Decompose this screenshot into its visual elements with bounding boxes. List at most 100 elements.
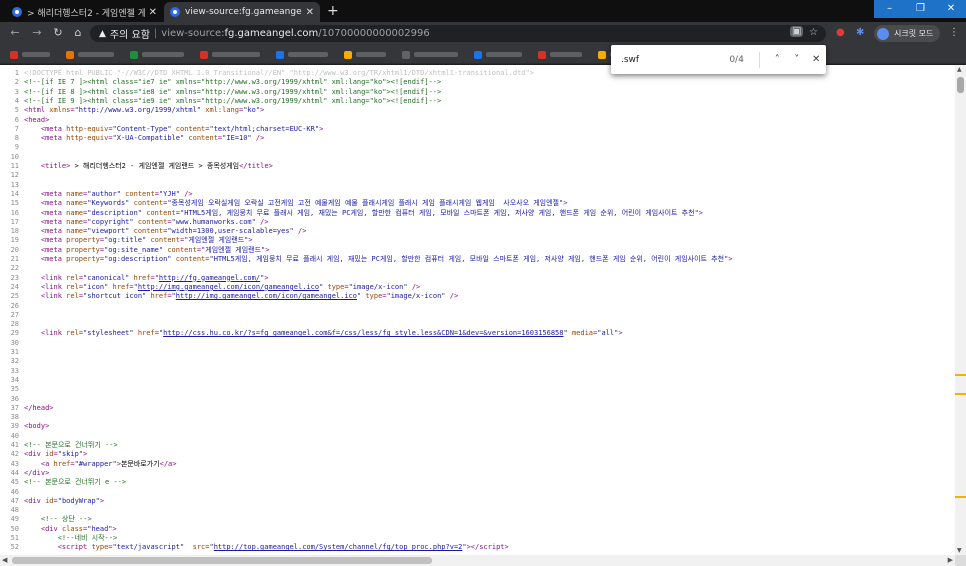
- bookmark-label-redacted: [550, 52, 582, 57]
- bookmark-favicon-icon: [538, 50, 546, 59]
- horizontal-scrollbar[interactable]: ◀ ▶: [0, 555, 955, 566]
- bookmark-star-icon[interactable]: ☆: [809, 27, 818, 38]
- line-number: 38: [10, 413, 19, 422]
- line-number: 5: [14, 106, 19, 115]
- source-line: 38: [0, 413, 955, 421]
- security-label[interactable]: 주의 요함: [110, 26, 150, 41]
- line-code: <!-- 본문으로 건너뛰기 -->: [24, 441, 118, 449]
- chrome-favicon-icon: [170, 7, 180, 17]
- scrollbar-thumb[interactable]: [957, 77, 964, 93]
- line-number: 51: [10, 534, 19, 542]
- new-tab-button[interactable]: +: [327, 3, 339, 19]
- line-code: <head>: [24, 115, 50, 124]
- bookmark-item[interactable]: [66, 50, 114, 59]
- address-bar[interactable]: ▲ 주의 요함 | view-source: fg.gameangel.com/1…: [90, 25, 826, 42]
- line-number: 34: [10, 375, 19, 384]
- line-code: <div class="head">: [40, 524, 117, 533]
- source-line: 20 <meta property="og:site_name" content…: [0, 246, 955, 254]
- line-number: 40: [10, 431, 19, 440]
- tab-view-source[interactable]: view-source:fg.gameangel.com/ ✕: [164, 2, 320, 22]
- tab-close-icon[interactable]: ✕: [149, 7, 157, 18]
- source-line: 41 <!-- 본문으로 건너뛰기 -->: [0, 441, 955, 449]
- line-number: 41: [10, 441, 19, 449]
- source-line: 11 <title> > 해리더헹스터2 - 게임엔젤 게임랜드 > 종목성게임…: [0, 162, 955, 170]
- back-icon[interactable]: ←: [8, 26, 22, 39]
- bookmark-item[interactable]: [276, 50, 328, 59]
- warning-icon[interactable]: ▲: [99, 29, 106, 39]
- line-code: <script type="text/javascript" src="http…: [57, 543, 509, 552]
- scroll-up-arrow-icon[interactable]: ▲: [957, 66, 962, 73]
- line-code: <meta name="Keywords" content="종목성게임 오락실…: [40, 199, 568, 208]
- scroll-right-arrow-icon[interactable]: ▶: [948, 556, 953, 564]
- line-number: 42: [10, 450, 19, 459]
- source-line: 29 <link rel="stylesheet" href="http://c…: [0, 329, 955, 337]
- source-line: 25 <link rel="shortcut icon" href="http:…: [0, 292, 955, 300]
- source-line: 42 <div id="skip">: [0, 450, 955, 458]
- url-prefix: view-source:: [161, 28, 225, 39]
- bookmark-item[interactable]: [538, 50, 582, 59]
- source-line: 15 <meta name="Keywords" content="종목성게임 …: [0, 199, 955, 207]
- bookmark-item[interactable]: [474, 50, 522, 59]
- scroll-down-arrow-icon[interactable]: ▼: [957, 547, 962, 554]
- bookmark-label-redacted: [78, 52, 114, 57]
- maximize-button[interactable]: ❐: [905, 0, 936, 18]
- forward-icon[interactable]: →: [30, 26, 44, 39]
- url-host: fg.gameangel.com: [224, 28, 319, 39]
- source-line: 47 <div id="bodyWrap">: [0, 497, 955, 505]
- source-line: 26: [0, 302, 955, 310]
- find-next-icon[interactable]: ˅: [787, 54, 806, 65]
- bookmark-item[interactable]: [130, 50, 184, 59]
- url-path: /10700000000002996: [318, 28, 430, 39]
- line-number: 33: [10, 366, 19, 375]
- bookmark-label-redacted: [414, 52, 458, 57]
- extensions-puzzle-icon[interactable]: ✱: [856, 27, 864, 38]
- find-match-marker: [955, 393, 966, 396]
- bookmark-favicon-icon: [344, 50, 352, 59]
- source-line: 31: [0, 348, 955, 356]
- source-line: 40: [0, 432, 955, 440]
- source-line: 3 <!--[if IE 8 ]><html class="ie8 ie" xml…: [0, 88, 955, 96]
- vertical-scrollbar[interactable]: ▲ ▼: [955, 65, 966, 555]
- line-number: 48: [10, 506, 19, 515]
- line-code: <body>: [24, 422, 50, 431]
- page-action-icon[interactable]: ▣: [790, 26, 804, 37]
- line-code: <!--[if IE 9 ]><html class="ie9 ie" xmln…: [24, 96, 442, 105]
- line-code: </div>: [24, 468, 50, 477]
- reload-icon[interactable]: ↻: [51, 26, 65, 39]
- home-icon[interactable]: ⌂: [71, 26, 85, 39]
- line-code: <meta name="copyright" content="www.huma…: [40, 217, 269, 226]
- tab-title: view-source:fg.gameangel.com/: [185, 7, 302, 17]
- source-line: 2 <!--[if IE 7 ]><html class="ie7 ie" xml…: [0, 78, 955, 86]
- line-code: <link rel="stylesheet" href="http://css.…: [40, 329, 623, 338]
- minimize-button[interactable]: –: [874, 0, 905, 18]
- line-number: 24: [10, 282, 19, 291]
- find-input[interactable]: .swf: [621, 55, 723, 65]
- find-divider: [758, 51, 760, 68]
- extension-record-icon[interactable]: ●: [836, 27, 845, 38]
- scrollbar-thumb[interactable]: [12, 557, 432, 564]
- line-number: 45: [10, 478, 19, 487]
- line-code: <div id="skip">: [24, 450, 88, 459]
- source-line: 5 <html xmlns="http://www.w3.org/1999/xht…: [0, 106, 955, 114]
- bookmark-item[interactable]: [10, 50, 50, 59]
- scroll-left-arrow-icon[interactable]: ◀: [2, 556, 7, 564]
- line-number: 23: [10, 273, 19, 282]
- bookmark-item[interactable]: [402, 50, 458, 59]
- source-line: 17 <meta name="copyright" content="www.h…: [0, 218, 955, 226]
- source-line: 18 <meta name="viewport" content="width=…: [0, 227, 955, 235]
- find-prev-icon[interactable]: ˄: [768, 54, 787, 65]
- line-number: 29: [10, 329, 19, 338]
- source-line: 33: [0, 367, 955, 375]
- incognito-badge[interactable]: 시크릿 모드: [874, 25, 941, 42]
- bookmark-item[interactable]: [200, 50, 260, 59]
- close-window-button[interactable]: ✕: [936, 0, 966, 18]
- source-line: 10: [0, 153, 955, 161]
- find-bar: .swf 0/4 ˄ ˅ ✕: [611, 45, 826, 74]
- find-close-icon[interactable]: ✕: [807, 54, 826, 65]
- bookmark-item[interactable]: [344, 50, 386, 59]
- line-number: 43: [10, 459, 19, 468]
- find-match-marker: [955, 496, 966, 499]
- tab-game-page[interactable]: > 해리더헹스터2 - 게임엔젤 게 ✕: [6, 2, 163, 22]
- tab-close-icon[interactable]: ✕: [306, 7, 314, 18]
- menu-icon[interactable]: ⋮: [949, 27, 959, 38]
